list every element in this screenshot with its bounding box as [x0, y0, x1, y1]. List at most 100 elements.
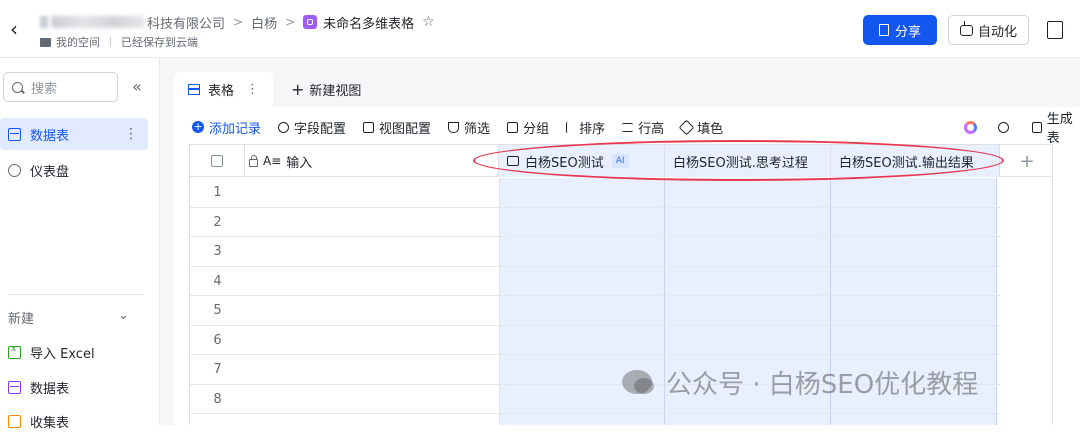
generate-icon [1032, 121, 1042, 133]
automation-label: 自动化 [977, 24, 1017, 40]
dashboard-icon [8, 163, 21, 177]
table-row[interactable] [190, 414, 1000, 425]
share-icon [878, 24, 889, 36]
breadcrumb: 科技有限公司 > 白杨 > 未命名多维表格 ☆ [40, 10, 435, 34]
new-item-label: 收集表 [30, 415, 70, 431]
select-all-checkbox[interactable] [190, 145, 245, 177]
row-height-button[interactable]: 行高 [622, 118, 664, 137]
table-row[interactable]: 2 [190, 208, 1000, 237]
new-view-button[interactable]: + 新建视图 [291, 72, 361, 107]
sidebar-item-datatable[interactable]: 数据表 ⋮ [0, 118, 148, 150]
view-tabs: 表格 ⋮ + 新建视图 [174, 72, 361, 107]
chevron-down-icon[interactable]: ⌄ [118, 308, 129, 323]
tab-label: 表格 [208, 84, 235, 99]
fill-color-label: 填色 [697, 121, 724, 137]
new-item-label: 导入 Excel [30, 346, 95, 362]
space-label[interactable]: 我的空间 [56, 34, 100, 50]
group-label: 分组 [523, 121, 550, 137]
row-number [190, 414, 245, 425]
table-row[interactable]: 1 [190, 178, 1000, 208]
clock-icon [998, 121, 1009, 133]
column-header-thinking[interactable]: 白杨SEO测试.思考过程 [665, 145, 831, 177]
divider [110, 37, 111, 47]
column-label: 白杨SEO测试 [525, 155, 604, 171]
text-field-icon: A≡ [263, 154, 282, 168]
table-row[interactable]: 5 [190, 296, 1000, 326]
robot-icon [959, 20, 973, 36]
more-icon[interactable]: ⋮ [124, 126, 138, 142]
checkbox-icon [211, 155, 223, 167]
row-height-label: 行高 [638, 121, 665, 137]
sidebar-item-label: 仪表盘 [30, 164, 70, 180]
document-icon[interactable] [1047, 21, 1063, 39]
grid-icon [188, 84, 200, 95]
new-datatable-item[interactable]: 数据表 [0, 371, 148, 403]
sidebar-item-label: 数据表 [30, 128, 70, 144]
ai-field-icon [507, 156, 519, 166]
share-button[interactable]: 分享 [863, 15, 937, 45]
form-icon [8, 414, 21, 428]
view-config-button[interactable]: 视图配置 [363, 118, 431, 137]
new-view-label: 新建视图 [309, 84, 362, 99]
row-number: 4 [213, 273, 222, 289]
search-input[interactable]: 搜索 [3, 72, 118, 102]
automation-button[interactable]: 自动化 [948, 15, 1029, 45]
new-section-label: 新建 [8, 312, 35, 327]
row-number: 7 [213, 362, 222, 377]
lock-icon [249, 154, 258, 167]
share-label: 分享 [894, 24, 921, 40]
grid-header: A≡ 输入 白杨SEO测试 AI 白杨SEO测试.思考过程 白杨SEO测试.输出… [190, 145, 1052, 177]
sort-label: 排序 [579, 121, 606, 137]
add-record-button[interactable]: + 添加记录 [192, 118, 261, 137]
column-label: 输入 [286, 155, 313, 171]
ai-assistant-button[interactable] [964, 117, 977, 137]
sort-button[interactable]: 排序 [566, 118, 605, 137]
ai-ring-icon [964, 120, 977, 134]
generate-button[interactable]: 生成表 [1032, 112, 1080, 146]
table-row[interactable]: 6 [190, 326, 1000, 355]
blurred-text [51, 16, 145, 28]
breadcrumb-folder[interactable]: 白杨 [251, 13, 277, 32]
row-number: 3 [213, 244, 222, 259]
doc-location: 我的空间 已经保存到云端 [40, 34, 198, 50]
history-button[interactable] [998, 117, 1014, 137]
paint-bucket-icon [678, 119, 695, 135]
sidebar-item-dashboard[interactable]: 仪表盘 [0, 154, 148, 186]
more-icon[interactable]: ⋮ [246, 82, 259, 97]
table-icon [8, 127, 21, 141]
column-header-output[interactable]: 白杨SEO测试.输出结果 [831, 145, 1000, 177]
doc-title[interactable]: 未命名多维表格 [323, 13, 414, 32]
view-config-label: 视图配置 [379, 121, 432, 137]
table-row[interactable]: 4 [190, 267, 1000, 296]
back-arrow-icon[interactable]: ‹ [10, 18, 30, 40]
bitable-icon [303, 15, 318, 29]
tab-table[interactable]: 表格 ⋮ [174, 72, 274, 107]
column-label: 白杨SEO测试.输出结果 [839, 155, 974, 171]
filter-button[interactable]: 筛选 [448, 118, 490, 137]
group-button[interactable]: 分组 [507, 118, 549, 137]
field-config-button[interactable]: 字段配置 [278, 118, 346, 137]
collapse-sidebar-icon[interactable]: « [132, 77, 142, 96]
sidebar: 搜索 « 数据表 ⋮ 仪表盘 新建 ⌄ 导入 Excel 数据表 收集表 [0, 58, 160, 431]
folder-icon [40, 37, 51, 47]
table-row[interactable]: 3 [190, 237, 1000, 267]
filter-icon [448, 121, 460, 133]
add-record-label: 添加记录 [209, 121, 262, 137]
row-number: 6 [213, 332, 222, 348]
ai-badge: AI [611, 154, 629, 168]
row-number: 5 [213, 303, 222, 318]
column-header-input[interactable]: A≡ 输入 [245, 145, 499, 177]
wechat-icon [622, 370, 654, 394]
fill-color-button[interactable]: 填色 [678, 118, 724, 137]
breadcrumb-company[interactable]: 科技有限公司 [147, 13, 225, 32]
star-icon[interactable]: ☆ [422, 14, 435, 30]
new-item-label: 数据表 [30, 381, 70, 397]
column-header-seo-test[interactable]: 白杨SEO测试 AI [499, 145, 665, 177]
new-form-item[interactable]: 收集表 [0, 405, 148, 437]
watermark: 公众号 · 白杨SEO优化教程 [622, 364, 978, 400]
group-icon [507, 121, 519, 133]
view-config-icon [363, 121, 375, 133]
import-excel-item[interactable]: 导入 Excel [0, 336, 148, 368]
add-column-button[interactable]: + [1000, 145, 1052, 177]
row-number: 2 [213, 214, 222, 230]
